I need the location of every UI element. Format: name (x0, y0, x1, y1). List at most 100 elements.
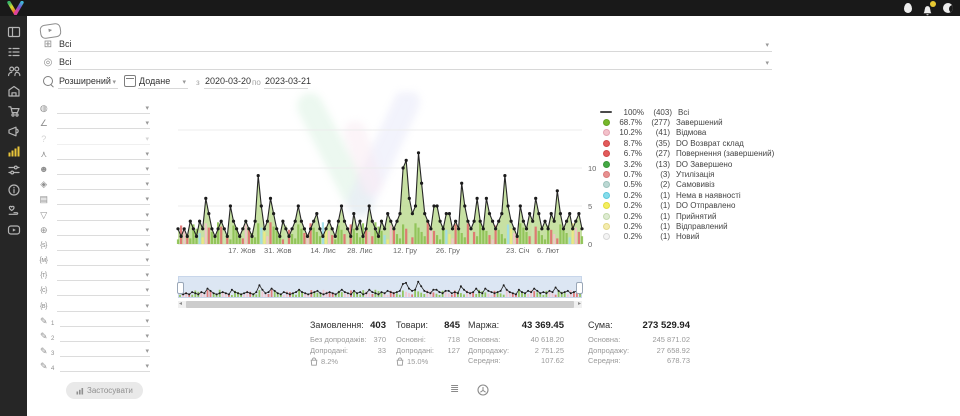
scrollbar-thumb[interactable] (186, 301, 574, 308)
funnel-icon: ▽ (36, 210, 51, 221)
sidebar-item-settings[interactable] (0, 161, 27, 181)
filter-select-funnel[interactable]: ▾ (57, 208, 150, 221)
filter-row-status[interactable]: Всі ▾ (58, 36, 772, 52)
legend-label: Завершений (676, 118, 723, 127)
sidebar-item-customers[interactable] (0, 62, 27, 82)
sidebar-item-analytics[interactable] (0, 141, 27, 161)
filter-select-var-v[interactable]: ▾ (57, 299, 150, 312)
legend-item[interactable]: 0.2%(1)Відправлений (600, 221, 774, 231)
filter-select-custom-4[interactable]: ▾ (60, 359, 150, 372)
stat-value: 273 529.94 (642, 320, 690, 331)
date-to-value: 2023-03-21 (265, 76, 311, 86)
variable-m-icon: {м} (36, 255, 51, 266)
x-tick-label: 31. Жов (264, 246, 292, 255)
x-tick-label: 17. Жов (228, 246, 256, 255)
filter-row-person: ☻▾ (27, 160, 157, 175)
navigator-handle-left[interactable] (177, 282, 184, 294)
upsell-badge: 8.2% (310, 357, 386, 366)
sidebar-item-store[interactable] (0, 81, 27, 101)
filter-select-custom-3[interactable]: ▾ (60, 344, 150, 357)
legend-swatch (603, 171, 610, 178)
date-to-prefix: по (252, 78, 261, 87)
filter-select-custom-2[interactable]: ▾ (60, 329, 150, 342)
filter-select-hierarchy[interactable]: ▾ (57, 147, 150, 160)
globe-grid-icon: ⊕ (36, 225, 51, 236)
legend-item[interactable]: 0.2%(1)Прийнятий (600, 211, 774, 221)
legend-count: (3) (642, 170, 670, 179)
navigator-handle-right[interactable] (576, 282, 583, 294)
chart-navigator[interactable] (178, 276, 582, 298)
legend-item[interactable]: 0.2%(1)Новий (600, 232, 774, 242)
legend-item[interactable]: 6.7%(27)Повернення (завершений) (600, 149, 774, 159)
avatar[interactable] (904, 3, 912, 13)
product-type-icon: ◎ (41, 57, 55, 68)
filter-select-help[interactable]: ▾ (57, 132, 150, 145)
products-filter-value[interactable]: Всі (59, 57, 72, 67)
legend-item[interactable]: 10.2%(41)Відмова (600, 128, 774, 138)
stat-title: Маржа: (468, 320, 499, 330)
chart-legend: 100%(403)Всі68.7%(277)Завершений10.2%(41… (600, 107, 774, 242)
date-from-input[interactable]: 2020-03-20 (204, 74, 248, 89)
sidebar-item-loyalty[interactable] (0, 200, 27, 220)
sidebar-item-videos[interactable] (0, 220, 27, 240)
legend-swatch (603, 129, 610, 136)
legend-item[interactable]: 8.7%(35)DO Возврат склад (600, 138, 774, 148)
filter-select-package[interactable]: ▾ (57, 177, 150, 190)
stat-sub-row: Допродані:33 (310, 346, 386, 357)
filter-select-custom-1[interactable]: ▾ (60, 314, 150, 327)
sidebar-item-info[interactable] (0, 180, 27, 200)
legend-item[interactable]: 68.7%(277)Завершений (600, 117, 774, 127)
filter-select-var-c[interactable]: ▾ (57, 283, 150, 296)
legend-count: (1) (642, 191, 670, 200)
filter-select-money[interactable]: ▾ (57, 192, 150, 205)
legend-item[interactable]: 100%(403)Всі (600, 107, 774, 117)
pencil-3-icon: ✎ (36, 346, 51, 357)
legend-item[interactable]: 0.2%(1)DO Отправлено (600, 201, 774, 211)
legend-label: DO Отправлено (676, 201, 735, 210)
trend-icon: ∠ (36, 118, 51, 129)
filter-row-products[interactable]: Всі ▾ (58, 54, 772, 70)
theme-toggle-icon[interactable] (943, 3, 953, 13)
legend-item[interactable]: 0.5%(2)Самовивіз (600, 180, 774, 190)
filter-row-globe-grid: ⊕▾ (27, 221, 157, 236)
chevron-down-icon: ▾ (145, 226, 149, 234)
chart-scrollbar[interactable]: ◂ ▸ (178, 301, 582, 308)
legend-item[interactable]: 0.2%(1)Нема в наявності (600, 190, 774, 200)
orders-by-day-chart[interactable] (175, 96, 591, 254)
sidebar-item-orders[interactable] (0, 42, 27, 62)
sidebar-item-cart[interactable] (0, 101, 27, 121)
upsell-percent: 8.2% (321, 357, 338, 366)
list-view-toggle-icon[interactable]: ≣ (450, 384, 459, 395)
legend-item[interactable]: 3.2%(13)DO Завершено (600, 159, 774, 169)
status-filter-value[interactable]: Всі (59, 39, 72, 49)
date-to-input[interactable]: 2023-03-21 (264, 74, 308, 89)
filter-select-var-m[interactable]: ▾ (57, 253, 150, 266)
chevron-down-icon: ▾ (145, 135, 149, 143)
filter-select-var-s[interactable]: ▾ (57, 238, 150, 251)
notifications-bell-icon[interactable] (922, 3, 933, 14)
filter-select-globe-grid[interactable]: ▾ (57, 223, 150, 236)
filter-select-globe[interactable]: ▾ (57, 101, 150, 114)
apply-button[interactable]: Застосувати (66, 382, 143, 399)
filter-select-person[interactable]: ▾ (57, 162, 150, 175)
stat-sub-row: Без допродажів:370 (310, 335, 386, 346)
stat-sub-label: Основна: (588, 335, 620, 346)
filter-select-var-t[interactable]: ▾ (57, 268, 150, 281)
x-tick-label: 26. Гру (436, 246, 460, 255)
sidebar-item-promo[interactable] (0, 121, 27, 141)
legend-item[interactable]: 0.7%(3)Утилізація (600, 169, 774, 179)
brand-logo-icon[interactable] (7, 1, 24, 15)
stat-sub-value: 245 871.02 (652, 335, 690, 346)
scroll-right-icon[interactable]: ▸ (578, 300, 581, 307)
sidebar-nav (0, 16, 27, 416)
sidebar-item-dashboard[interactable] (0, 22, 27, 42)
filter-select-trend[interactable]: ▾ (57, 116, 150, 129)
variable-s-icon: {s} (36, 240, 51, 251)
date-field-select[interactable]: Додане ▾ (138, 74, 188, 89)
stat-title: Товари: (396, 320, 428, 330)
scroll-left-icon[interactable]: ◂ (179, 300, 182, 307)
package-view-toggle-icon[interactable] (477, 384, 489, 396)
legend-swatch (603, 119, 610, 126)
search-mode-select[interactable]: Розширений ▾ (58, 74, 118, 89)
x-tick-label: 28. Лис (347, 246, 372, 255)
